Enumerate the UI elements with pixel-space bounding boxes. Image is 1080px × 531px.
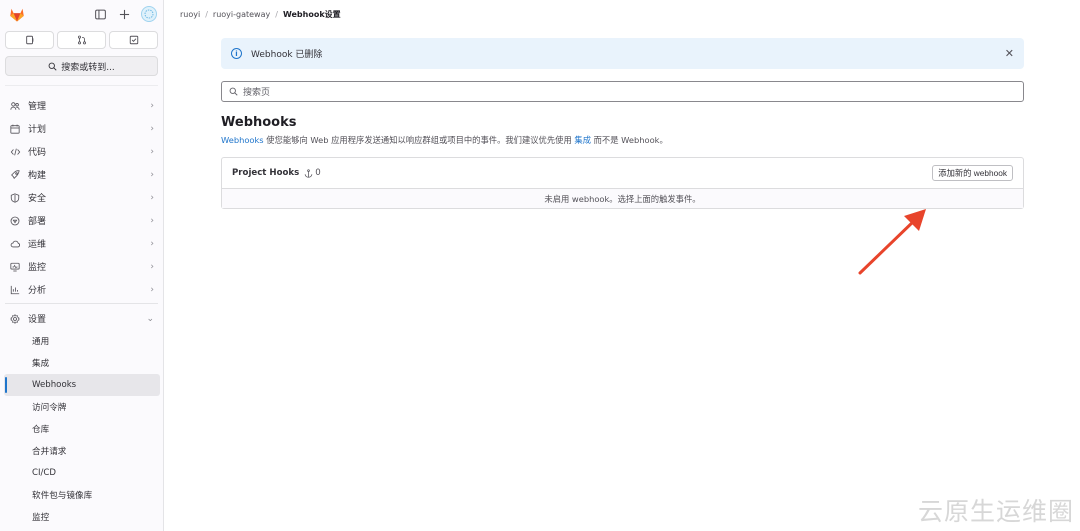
breadcrumb-separator: /: [275, 9, 278, 19]
breadcrumb: ruoyi / ruoyi-gateway / Webhook设置: [180, 0, 341, 28]
alert-banner: i Webhook 已删除 ✕: [221, 38, 1024, 69]
calendar-icon: [9, 123, 21, 135]
sidebar-item-label: 运维: [28, 240, 47, 250]
sidebar-search-button[interactable]: 搜索或转到...: [5, 56, 158, 76]
sidebar-subitem-general[interactable]: 通用: [4, 330, 160, 352]
search-icon: [48, 62, 57, 71]
rocket-icon: [9, 169, 21, 181]
sidebar-item-label: 安全: [28, 194, 47, 204]
desc-text: 使您能够向 Web 应用程序发送通知以响应群组或项目中的事件。我们建议优先使用: [263, 135, 575, 145]
add-webhook-button[interactable]: 添加新的 webhook: [932, 165, 1013, 181]
sidebar-item-label: 管理: [28, 102, 47, 112]
sidebar-subitem-access-tokens[interactable]: 访问令牌: [4, 396, 160, 418]
divider: [5, 85, 158, 86]
chevron-right-icon: ›: [150, 261, 154, 272]
info-icon: i: [231, 48, 242, 59]
search-placeholder: 搜索页: [243, 88, 271, 98]
breadcrumb-item-project[interactable]: ruoyi-gateway: [213, 10, 270, 19]
gear-icon: [9, 313, 21, 325]
integrations-link[interactable]: 集成: [574, 135, 591, 145]
sidebar-item-label: 分析: [28, 286, 47, 296]
watermark: 云原生运维圈: [917, 497, 1074, 526]
sidebar-subitem-integrations[interactable]: 集成: [4, 352, 160, 374]
breadcrumb-item-current[interactable]: Webhook设置: [283, 9, 341, 20]
hooks-count-value: 0: [315, 168, 321, 178]
monitor-icon: [9, 261, 21, 273]
sidebar-item-code[interactable]: 代码 ›: [0, 140, 163, 163]
chevron-right-icon: ›: [150, 146, 154, 157]
sidebar-item-manage[interactable]: 管理 ›: [0, 94, 163, 117]
chevron-right-icon: ›: [150, 284, 154, 295]
chevron-right-icon: ›: [150, 169, 154, 180]
sidebar-item-analyze[interactable]: 分析 ›: [0, 278, 163, 301]
chevron-down-icon: ⌄: [146, 313, 154, 324]
sidebar-item-plan[interactable]: 计划 ›: [0, 117, 163, 140]
chart-icon: [9, 284, 21, 296]
sidebar-subitem-packages[interactable]: 软件包与镜像库: [4, 484, 160, 506]
hooks-card-header: Project Hooks 0 添加新的 webhook: [222, 158, 1023, 189]
sidebar: 搜索或转到... 管理 › 计划 › 代码 › 构建 › 安全 › 部署 › 运…: [0, 0, 164, 531]
chevron-right-icon: ›: [150, 100, 154, 111]
sidebar-item-build[interactable]: 构建 ›: [0, 163, 163, 186]
plus-icon[interactable]: [117, 7, 131, 21]
webhooks-docs-link[interactable]: Webhooks: [221, 135, 264, 145]
search-icon: [229, 87, 238, 96]
page-title: Webhooks: [221, 115, 297, 130]
sidebar-subitem-cicd[interactable]: CI/CD: [4, 462, 160, 484]
sidebar-item-label: 监控: [28, 263, 47, 273]
divider: [5, 303, 158, 304]
sidebar-item-deploy[interactable]: 部署 ›: [0, 209, 163, 232]
sidebar-item-label: 设置: [28, 315, 47, 325]
sidebar-item-monitor[interactable]: 监控 ›: [0, 255, 163, 278]
breadcrumb-item-group[interactable]: ruoyi: [180, 10, 200, 19]
todo-tab-icon[interactable]: [109, 31, 158, 49]
sidebar-item-operate[interactable]: 运维 ›: [0, 232, 163, 255]
hooks-title: Project Hooks: [232, 168, 300, 178]
gitlab-logo-icon[interactable]: [8, 5, 26, 23]
annotation-arrow-icon: [858, 209, 926, 275]
breadcrumb-separator: /: [205, 9, 208, 19]
project-hooks-card: Project Hooks 0 添加新的 webhook 未启用 webhook…: [221, 157, 1024, 209]
main-content: i Webhook 已删除 ✕ 搜索页 Webhooks Webhooks 使您…: [221, 38, 1024, 209]
anchor-icon: [305, 168, 313, 178]
sidebar-item-settings[interactable]: 设置 ⌄: [0, 307, 163, 330]
sidebar-item-label: 计划: [28, 125, 47, 135]
sidebar-toggle-icon[interactable]: [93, 7, 107, 21]
page-description: Webhooks 使您能够向 Web 应用程序发送通知以响应群组或项目中的事件。…: [221, 134, 1024, 146]
merge-requests-tab-icon[interactable]: [57, 31, 106, 49]
sidebar-top: [0, 0, 163, 28]
chevron-right-icon: ›: [150, 123, 154, 134]
cloud-icon: [9, 238, 21, 250]
users-icon: [9, 100, 21, 112]
sidebar-item-label: 代码: [28, 148, 47, 158]
code-icon: [9, 146, 21, 158]
sidebar-tabs: [0, 28, 163, 49]
sidebar-item-label: 部署: [28, 217, 47, 227]
sidebar-item-security[interactable]: 安全 ›: [0, 186, 163, 209]
desc-tail: 而不是 Webhook。: [591, 135, 668, 145]
chevron-right-icon: ›: [150, 215, 154, 226]
sidebar-subitem-repository[interactable]: 仓库: [4, 418, 160, 440]
search-input[interactable]: 搜索页: [221, 81, 1024, 102]
sidebar-search-label: 搜索或转到...: [61, 62, 115, 73]
sidebar-subitem-monitor[interactable]: 监控: [4, 506, 160, 528]
alert-text: Webhook 已删除: [251, 50, 323, 60]
shield-icon: [9, 192, 21, 204]
avatar[interactable]: [141, 6, 157, 22]
sidebar-subitem-merge-requests[interactable]: 合并请求: [4, 440, 160, 462]
deploy-icon: [9, 215, 21, 227]
hooks-count: 0: [304, 168, 321, 178]
sidebar-nav: 管理 › 计划 › 代码 › 构建 › 安全 › 部署 › 运维 › 监控 › …: [0, 94, 163, 528]
chevron-right-icon: ›: [150, 192, 154, 203]
sidebar-item-label: 构建: [28, 171, 47, 181]
close-icon[interactable]: ✕: [1005, 47, 1014, 60]
chevron-right-icon: ›: [150, 238, 154, 249]
sidebar-subitem-webhooks[interactable]: Webhooks: [4, 374, 160, 396]
issues-tab-icon[interactable]: [5, 31, 54, 49]
